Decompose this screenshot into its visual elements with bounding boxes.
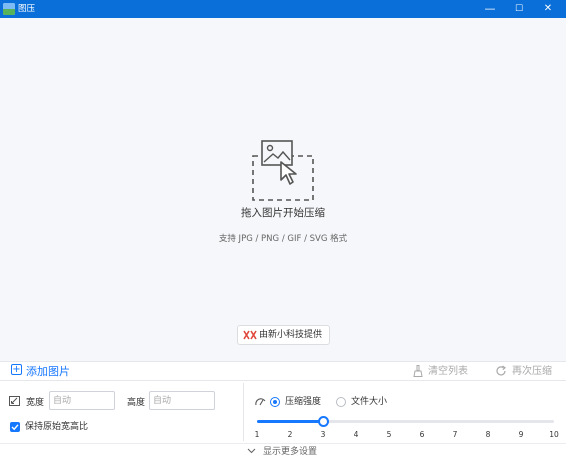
height-label: 高度: [127, 398, 146, 408]
brand-logo-icon: [243, 330, 257, 340]
mode-radio-filesize[interactable]: [336, 397, 346, 407]
mode-label-strength: 压缩强度: [285, 397, 322, 407]
slider-tick-label: 6: [419, 430, 425, 439]
drop-title: 拖入图片开始压缩: [241, 207, 325, 219]
slider-tick-label: 7: [452, 430, 458, 439]
slider-tick-label: 5: [386, 430, 392, 439]
minimize-button[interactable]: —: [478, 0, 502, 18]
add-images-button[interactable]: 添加图片: [26, 363, 70, 381]
slider-tick-label: 9: [518, 430, 524, 439]
image-drop-icon: [252, 140, 314, 201]
maximize-button[interactable]: ☐: [507, 0, 531, 18]
height-input[interactable]: [149, 391, 215, 410]
keep-ratio-label: 保持原始宽高比: [25, 422, 89, 432]
strength-slider-fill: [257, 420, 323, 423]
keep-ratio-checkbox[interactable]: [10, 422, 20, 432]
check-icon: [11, 424, 19, 431]
credit-text: 由新小科技提供: [259, 330, 323, 340]
clear-list-button[interactable]: 清空列表: [428, 363, 468, 381]
slider-tick-label: 3: [320, 430, 326, 439]
app-logo-icon: [3, 3, 15, 15]
drop-hint: 支持 JPG / PNG / GIF / SVG 格式: [218, 234, 348, 244]
slider-tick-label: 10: [549, 430, 559, 439]
compress-icon: [255, 398, 266, 406]
resize-icon: [9, 396, 20, 406]
settings-divider: [243, 383, 244, 441]
close-button[interactable]: ✕: [536, 0, 560, 18]
recompress-button[interactable]: 再次压缩: [512, 363, 552, 381]
add-icon[interactable]: +: [11, 364, 22, 375]
window-title: 图压: [18, 4, 36, 14]
width-input[interactable]: [49, 391, 115, 410]
chevron-down-icon: [247, 448, 256, 454]
title-bar: 图压 — ☐ ✕: [0, 0, 566, 18]
slider-tick-label: 8: [485, 430, 491, 439]
more-settings-button[interactable]: 显示更多设置: [263, 446, 317, 458]
refresh-icon: [496, 365, 506, 376]
width-label: 宽度: [26, 398, 45, 408]
credit-badge[interactable]: 由新小科技提供: [237, 325, 330, 345]
slider-tick-label: 1: [254, 430, 260, 439]
slider-tick-label: 2: [287, 430, 293, 439]
slider-tick-label: 4: [353, 430, 359, 439]
mode-radio-strength[interactable]: [270, 397, 280, 407]
strength-slider-thumb[interactable]: [317, 416, 329, 427]
mode-label-filesize: 文件大小: [351, 397, 388, 407]
drop-zone[interactable]: 拖入图片开始压缩 支持 JPG / PNG / GIF / SVG 格式: [0, 18, 566, 361]
broom-icon: [413, 365, 423, 377]
action-toolbar: + 添加图片 清空列表 再次压缩: [0, 361, 566, 381]
